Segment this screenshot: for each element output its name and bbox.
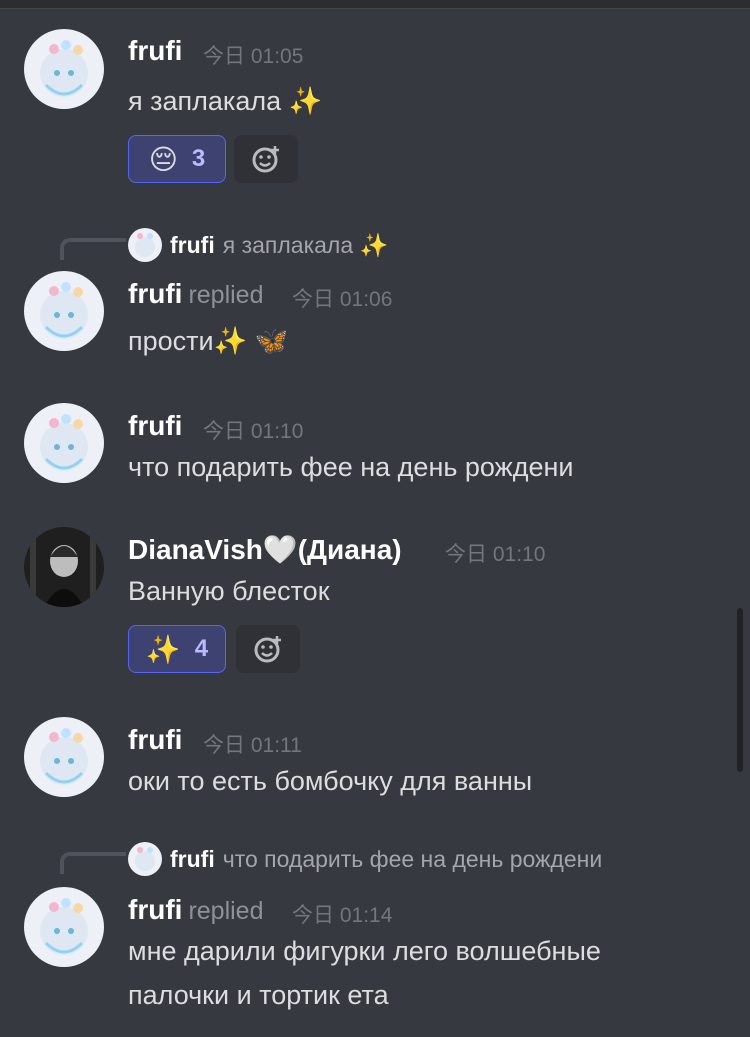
scrollbar-thumb[interactable] [737, 608, 743, 772]
reply-reference[interactable]: frufi я заплакала ✨ [128, 228, 388, 262]
author-name[interactable]: frufi replied [128, 278, 264, 310]
message-text-line: мне дарили фигурки лего волшебные [128, 936, 601, 966]
message-text: я заплакала ✨ [128, 86, 323, 116]
reaction-button[interactable]: ✨ 4 [128, 625, 226, 673]
reply-avatar [128, 228, 162, 262]
message-text-line: палочки и тортик ета [128, 980, 389, 1010]
reply-author: frufi [170, 845, 215, 872]
replied-label: replied [188, 281, 264, 309]
message-text: прости✨ 🦋 [128, 326, 289, 356]
timestamp: 今日 01:10 [445, 543, 546, 566]
reaction-count: 4 [194, 635, 209, 662]
avatar[interactable] [24, 271, 104, 351]
avatar[interactable] [24, 717, 104, 797]
reply-avatar [128, 842, 162, 876]
message-text: что подарить фее на день рождени [128, 452, 574, 482]
avatar[interactable] [24, 527, 104, 607]
add-reaction-button[interactable] [236, 625, 300, 673]
author-name[interactable]: frufi [128, 410, 182, 442]
author-name[interactable]: frufi [128, 724, 182, 756]
reply-connector [60, 852, 126, 874]
replied-label: replied [188, 897, 264, 925]
reaction-button[interactable]: 😔 3 [128, 135, 226, 183]
timestamp: 今日 01:05 [203, 45, 304, 68]
add-reaction-button[interactable] [234, 135, 298, 183]
add-reaction-icon [252, 146, 279, 173]
timestamp: 今日 01:14 [292, 904, 393, 927]
avatar[interactable] [24, 887, 104, 967]
reply-preview: я заплакала ✨ [222, 231, 389, 258]
add-reaction-icon [254, 636, 281, 663]
pensive-emoji: 😔 [148, 143, 178, 175]
author-name[interactable]: DianaVish🤍(Диана) [128, 533, 402, 566]
author-name[interactable]: frufi [128, 35, 182, 67]
reply-preview: что подарить фее на день рождени [222, 845, 603, 872]
reaction-count: 3 [191, 145, 206, 172]
timestamp: 今日 01:06 [292, 288, 393, 311]
message-text: Ванную блесток [128, 576, 330, 606]
timestamp: 今日 01:11 [203, 734, 302, 757]
author-name-text[interactable]: frufi [128, 278, 182, 309]
sparkles-emoji: ✨ [145, 633, 181, 665]
reply-author: frufi [170, 231, 215, 258]
author-name-text[interactable]: frufi [128, 894, 182, 925]
reply-reference[interactable]: frufi что подарить фее на день рождени [128, 842, 602, 876]
message-text: оки то есть бомбочку для ванны [128, 766, 533, 796]
avatar[interactable] [24, 403, 104, 483]
avatar[interactable] [24, 29, 104, 109]
reply-connector [60, 238, 126, 260]
top-divider [0, 0, 750, 9]
author-name[interactable]: frufi replied [128, 894, 264, 926]
timestamp: 今日 01:10 [203, 420, 304, 443]
